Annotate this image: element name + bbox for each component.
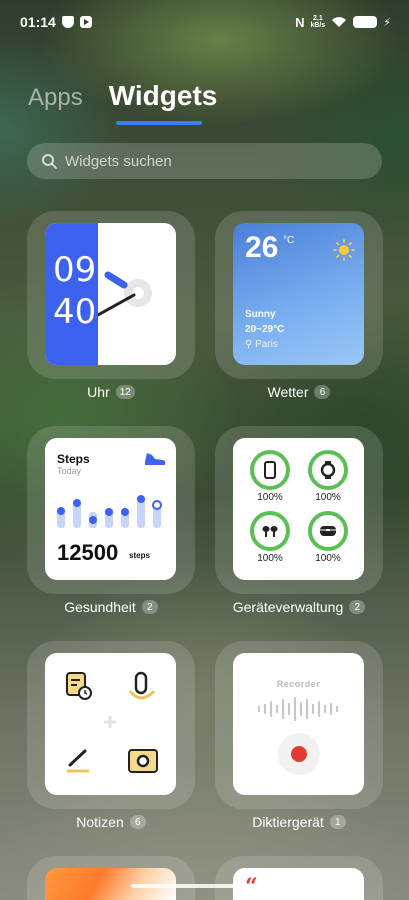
- widget-count-badge: 1: [329, 815, 346, 829]
- widget-device-management-label: Geräteverwaltung 2: [215, 599, 383, 615]
- weather-preview: 26 °C Sunny 20~29°C ⚲ Paris: [233, 223, 364, 365]
- tab-apps[interactable]: Apps: [28, 84, 83, 112]
- search-icon: [42, 154, 57, 169]
- health-title: Steps: [57, 452, 90, 466]
- weather-range: 20~29°C: [245, 324, 285, 335]
- device-watch: 100%: [305, 450, 351, 503]
- widget-next-right[interactable]: “: [215, 856, 383, 900]
- widget-next-left[interactable]: [27, 856, 195, 900]
- tab-widgets[interactable]: Widgets: [109, 80, 218, 112]
- notes-preview: [45, 653, 176, 795]
- health-subtitle: Today: [57, 466, 82, 476]
- widget-clock-label: Uhr 12: [27, 384, 195, 400]
- active-tab-indicator: [116, 121, 202, 125]
- widget-clock[interactable]: 09 40: [27, 211, 195, 379]
- weather-temperature: 26: [245, 231, 279, 264]
- record-button: [278, 733, 320, 775]
- youtube-notification-icon: [79, 16, 92, 28]
- widget-health-label: Gesundheit 2: [27, 599, 195, 615]
- widget-weather[interactable]: 26 °C Sunny 20~29°C ⚲ Paris: [215, 211, 383, 379]
- case-icon: [320, 526, 336, 536]
- weather-unit: °C: [283, 235, 295, 246]
- widget-count-badge: 6: [129, 815, 146, 829]
- status-bar: 01:14 N 2,1 kB/s ⚡: [20, 10, 391, 34]
- location-pin-icon: ⚲: [245, 339, 253, 350]
- steps-bar-chart: [57, 495, 162, 528]
- home-indicator[interactable]: [131, 884, 278, 888]
- widget-device-management[interactable]: 100% 100% 100% 100%: [215, 426, 383, 594]
- wifi-icon: [332, 17, 347, 27]
- weather-location: ⚲ Paris: [245, 339, 278, 350]
- steps-count: 12500: [57, 540, 119, 565]
- charging-icon: ⚡: [383, 16, 391, 29]
- devices-preview: 100% 100% 100% 100%: [233, 438, 364, 580]
- scan-icon: [128, 749, 158, 773]
- add-icon: [104, 716, 116, 728]
- widget-notes-label: Notizen 6: [27, 814, 195, 830]
- recorder-title: Recorder: [276, 679, 321, 689]
- shield-notification-icon: [61, 16, 74, 28]
- note-reminder-icon: [66, 672, 92, 700]
- widget-count-badge: 2: [349, 600, 366, 614]
- widget-recorder-label: Diktiergerät 1: [215, 814, 383, 830]
- pen-icon: [67, 749, 89, 773]
- battery-icon: [353, 16, 378, 28]
- shoe-icon: [145, 453, 166, 465]
- record-icon: [291, 746, 307, 762]
- phone-icon: [264, 461, 276, 479]
- search-bar[interactable]: [27, 143, 382, 179]
- widget-count-badge: 12: [115, 385, 135, 399]
- device-phone: 100%: [247, 450, 293, 503]
- widget-recorder[interactable]: Recorder: [215, 641, 383, 809]
- device-case: 100%: [305, 511, 351, 564]
- steps-unit: steps: [129, 551, 150, 560]
- weather-condition: Sunny: [245, 309, 276, 320]
- widget-count-badge: 2: [141, 600, 158, 614]
- analog-clock-hands: [98, 271, 152, 317]
- widget-notes[interactable]: [27, 641, 195, 809]
- network-speed: 2,1 kB/s: [310, 15, 326, 29]
- nfc-icon: N: [295, 14, 305, 30]
- health-preview: Steps Today 12500 steps: [45, 438, 176, 580]
- widget-count-badge: 6: [314, 385, 331, 399]
- sun-icon: [333, 239, 355, 261]
- recorder-preview: Recorder: [233, 653, 364, 795]
- voice-note-icon: [128, 671, 156, 700]
- waveform: [257, 697, 339, 721]
- watch-icon: [320, 461, 336, 479]
- widget-health[interactable]: Steps Today 12500 steps: [27, 426, 195, 594]
- earbuds-icon: [262, 526, 278, 537]
- search-input[interactable]: [65, 152, 345, 170]
- status-time: 01:14: [20, 14, 56, 30]
- device-earbuds: 100%: [247, 511, 293, 564]
- clock-preview: 09 40: [45, 223, 176, 365]
- widget-weather-label: Wetter 6: [215, 384, 383, 400]
- clock-digital-time: 09 40: [45, 223, 98, 365]
